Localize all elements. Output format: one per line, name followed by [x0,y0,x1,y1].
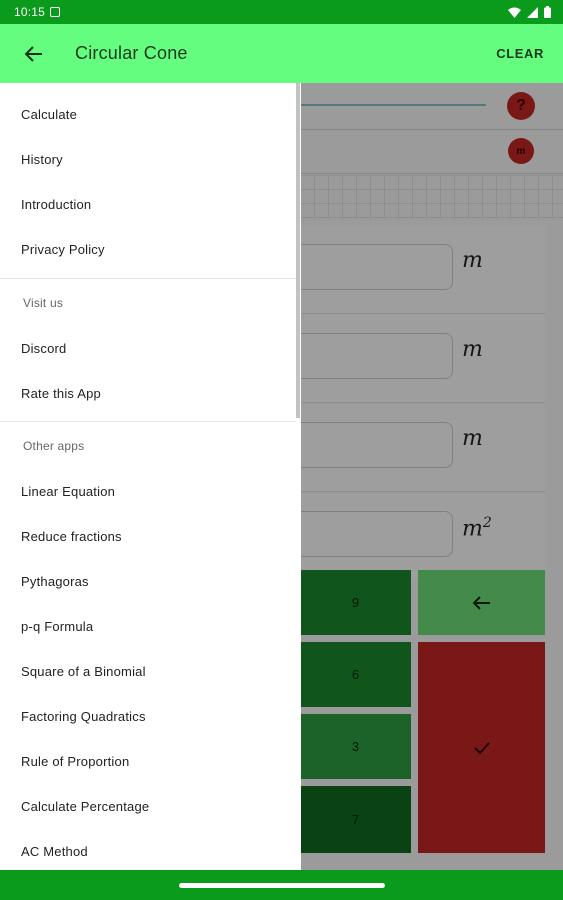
menu-item-calculate[interactable]: Calculate [21,107,77,122]
back-button[interactable] [0,24,68,83]
arrow-left-icon [25,45,42,62]
app-bar: Circular Cone CLEAR [0,24,563,83]
menu-item-calculate-percentage[interactable]: Calculate Percentage [21,799,149,814]
menu-item-reduce-fractions[interactable]: Reduce fractions [21,529,122,544]
menu-item-pq-formula[interactable]: p-q Formula [21,619,93,634]
menu-item-rate-app[interactable]: Rate this App [21,386,101,401]
menu-item-history[interactable]: History [21,152,63,167]
drawer-scrollbar[interactable] [296,83,300,418]
status-bar: 10:15 [0,0,563,24]
menu-item-linear-equation[interactable]: Linear Equation [21,484,115,499]
signal-icon [527,6,538,18]
status-time: 10:15 [14,5,46,19]
clear-button[interactable]: CLEAR [496,46,544,61]
wifi-icon [508,7,521,18]
menu-item-introduction[interactable]: Introduction [21,197,91,212]
drawer-divider [0,278,296,279]
notification-icon [50,7,61,17]
menu-item-rule-of-proportion[interactable]: Rule of Proportion [21,754,129,769]
battery-icon [544,6,551,18]
status-time-group: 10:15 [14,5,61,19]
system-nav-bar [0,870,563,900]
drawer-divider [0,421,296,422]
section-label-other-apps: Other apps [23,439,85,453]
section-label-visit: Visit us [23,296,64,310]
menu-item-discord[interactable]: Discord [21,341,66,356]
menu-item-factoring-quadratics[interactable]: Factoring Quadratics [21,709,146,724]
navigation-drawer: Calculate History Introduction Privacy P… [0,83,301,870]
page-title: Circular Cone [75,43,188,63]
menu-item-ac-method[interactable]: AC Method [21,844,88,859]
menu-item-square-binomial[interactable]: Square of a Binomial [21,664,146,679]
menu-item-privacy-policy[interactable]: Privacy Policy [21,242,105,257]
gesture-handle[interactable] [179,883,385,888]
menu-item-pythagoras[interactable]: Pythagoras [21,574,89,589]
status-icons [508,6,551,18]
